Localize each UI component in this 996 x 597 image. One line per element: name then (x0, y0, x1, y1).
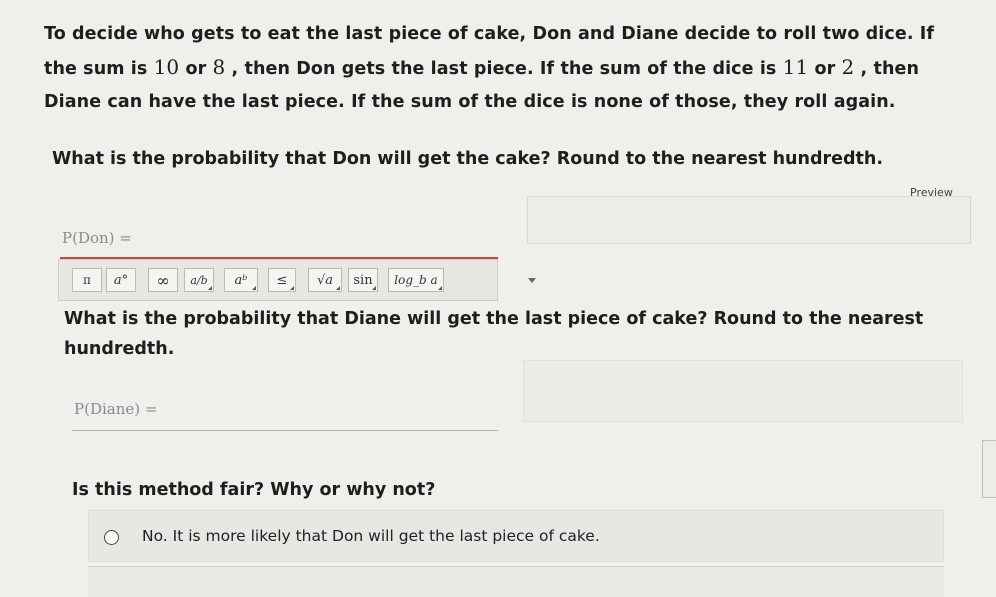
preview-box-diane (523, 360, 963, 422)
number-11: 11 (782, 55, 809, 79)
preview-box-don (527, 196, 971, 244)
caret-down-icon[interactable] (528, 278, 536, 283)
diane-answer-field[interactable]: P(Diane) = (72, 400, 498, 431)
problem-line-1: To decide who gets to eat the last piece… (44, 24, 935, 44)
log-button[interactable]: log_b a (388, 268, 444, 292)
less-equal-button[interactable]: ≤ (268, 268, 296, 292)
side-panel-edge (982, 440, 996, 498)
pi-button[interactable]: π (72, 268, 102, 292)
infinity-button[interactable]: ∞ (148, 268, 178, 292)
problem-text: or (179, 59, 213, 79)
degree-button[interactable]: a° (106, 268, 136, 292)
problem-text: the sum is (44, 59, 154, 79)
exponent-button[interactable]: aᵇ (224, 268, 258, 292)
radio-button[interactable] (104, 530, 119, 545)
choice-label: No. It is more likely that Don will get … (142, 527, 600, 545)
sqrt-button[interactable]: √a (308, 268, 342, 292)
number-10: 10 (153, 55, 180, 79)
choice-option-2[interactable] (88, 566, 944, 597)
question-diane-probability: What is the probability that Diane will … (64, 309, 924, 359)
math-toolbar: π a° ∞ a/b aᵇ ≤ √a sin log_b a (58, 259, 536, 301)
problem-statement: To decide who gets to eat the last piece… (44, 18, 974, 119)
problem-line-2: the sum is 10 or 8 , then Don gets the l… (44, 51, 974, 86)
question-don-probability: What is the probability that Don will ge… (52, 149, 883, 169)
don-field-label: P(Don) = (62, 229, 132, 247)
fraction-button[interactable]: a/b (184, 268, 214, 292)
problem-text: , then Don gets the last piece. If the s… (225, 59, 783, 79)
diane-field-label: P(Diane) = (74, 400, 158, 418)
question-fairness: Is this method fair? Why or why not? (72, 480, 436, 500)
sin-button[interactable]: sin (348, 268, 378, 292)
problem-text: , then (854, 59, 920, 79)
problem-line-3: Diane can have the last piece. If the su… (44, 92, 896, 112)
number-8: 8 (212, 55, 226, 79)
don-answer-field[interactable]: P(Don) = (60, 229, 498, 259)
problem-text: or (808, 59, 842, 79)
number-2: 2 (841, 55, 855, 79)
